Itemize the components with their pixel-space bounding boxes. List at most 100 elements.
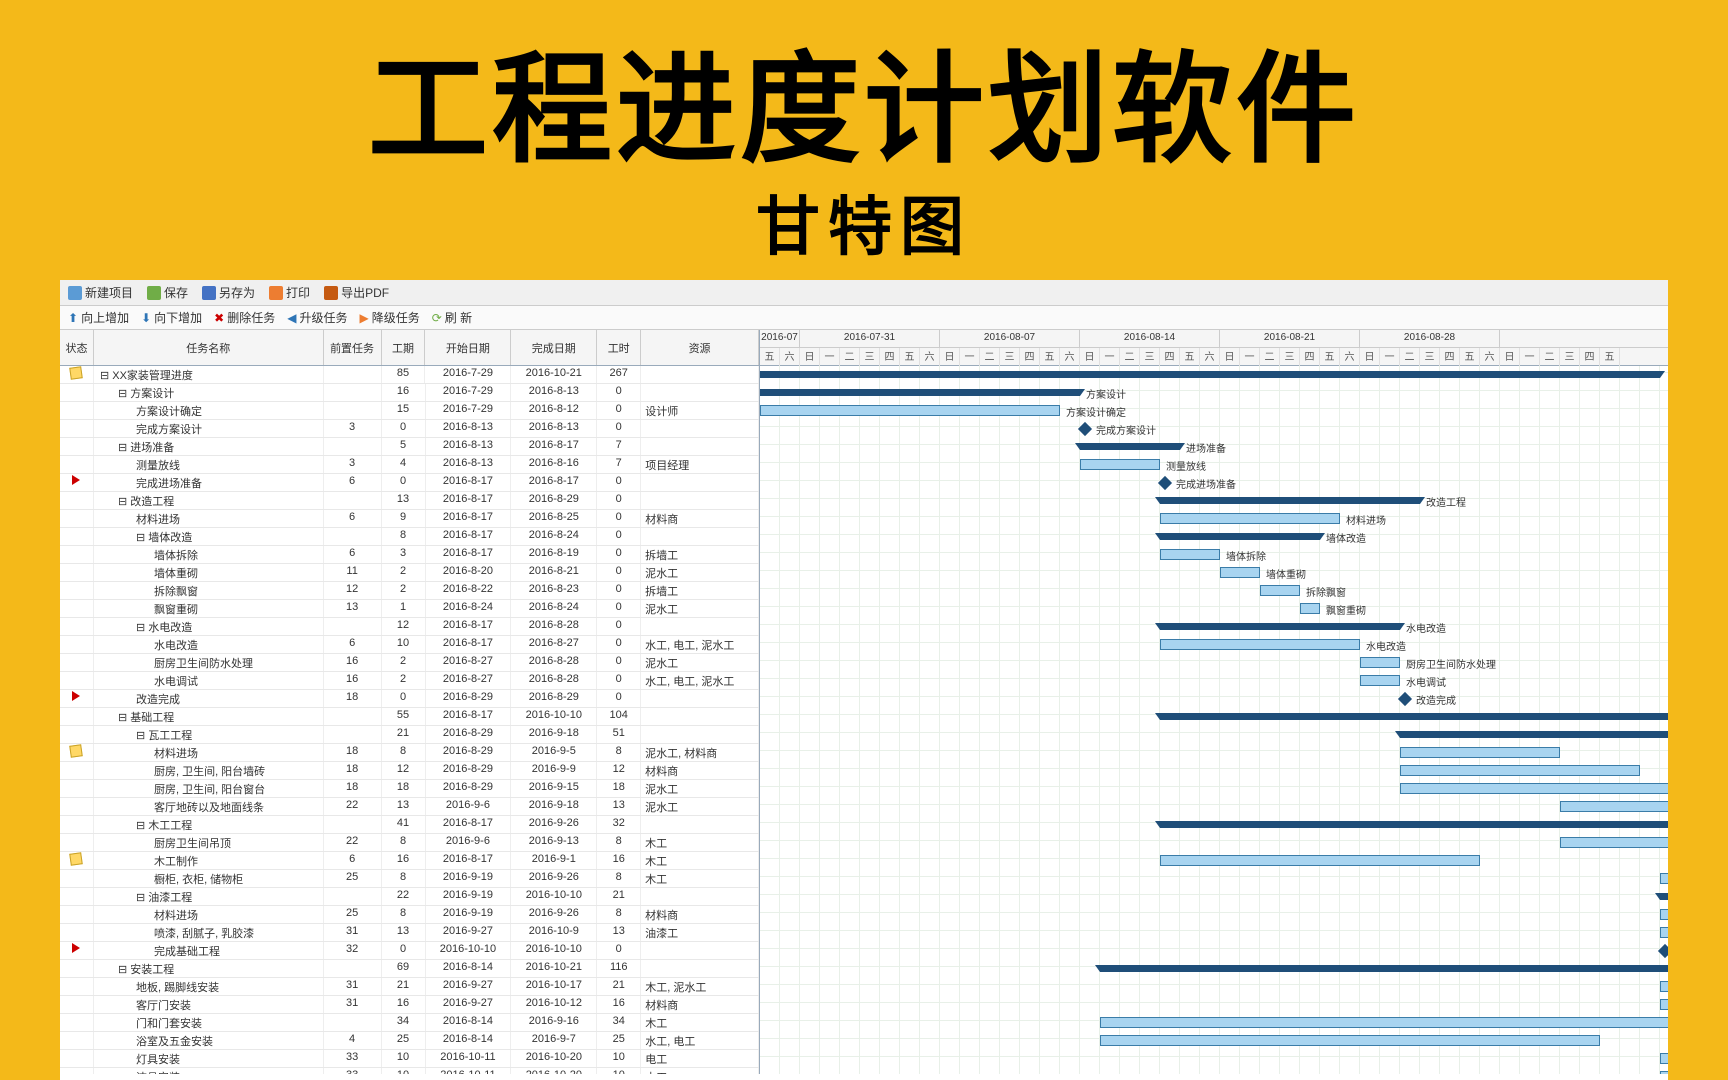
task-name[interactable]: ⊟ 水电改造 xyxy=(94,618,324,635)
gantt-bar[interactable] xyxy=(1660,873,1668,884)
gantt-bar[interactable] xyxy=(1160,639,1360,650)
task-work[interactable]: 21 xyxy=(597,978,641,995)
task-row[interactable]: 飘窗重砌1312016-8-242016-8-240泥水工 xyxy=(60,600,759,618)
gantt-bar[interactable] xyxy=(1260,585,1300,596)
task-res[interactable]: 泥水工 xyxy=(641,600,759,617)
task-pred[interactable]: 6 xyxy=(324,510,382,527)
task-dur[interactable]: 16 xyxy=(382,996,426,1013)
col-duration[interactable]: 工期 xyxy=(382,330,426,365)
task-row[interactable]: 水电改造6102016-8-172016-8-270水工, 电工, 泥水工 xyxy=(60,636,759,654)
task-name[interactable]: 橱柜, 衣柜, 储物柜 xyxy=(94,870,324,887)
task-pred[interactable]: 33 xyxy=(324,1050,382,1067)
save-button[interactable]: 保存 xyxy=(147,284,188,301)
task-dur[interactable]: 5 xyxy=(382,438,426,455)
task-name[interactable]: 水电调试 xyxy=(94,672,324,689)
task-end[interactable]: 2016-8-28 xyxy=(511,618,597,635)
task-end[interactable]: 2016-10-20 xyxy=(511,1068,597,1074)
task-start[interactable]: 2016-8-29 xyxy=(426,726,512,743)
milestone-marker[interactable] xyxy=(1398,692,1412,706)
task-start[interactable]: 2016-10-11 xyxy=(426,1068,512,1074)
task-dur[interactable]: 13 xyxy=(382,492,426,509)
task-end[interactable]: 2016-10-17 xyxy=(511,978,597,995)
task-end[interactable]: 2016-10-10 xyxy=(511,888,597,905)
task-pred[interactable] xyxy=(324,960,382,977)
task-pred[interactable] xyxy=(324,492,382,509)
task-work[interactable]: 51 xyxy=(597,726,641,743)
task-pred[interactable] xyxy=(324,528,382,545)
task-work[interactable]: 25 xyxy=(597,1032,641,1049)
task-dur[interactable]: 34 xyxy=(382,1014,426,1031)
task-name[interactable]: ⊟ 安装工程 xyxy=(94,960,324,977)
task-end[interactable]: 2016-8-24 xyxy=(511,600,597,617)
task-start[interactable]: 2016-8-13 xyxy=(426,456,512,473)
task-pred[interactable]: 22 xyxy=(324,798,382,815)
task-start[interactable]: 2016-8-22 xyxy=(426,582,512,599)
task-work[interactable]: 0 xyxy=(597,618,641,635)
task-pred[interactable]: 12 xyxy=(324,582,382,599)
task-dur[interactable]: 22 xyxy=(382,888,426,905)
task-pred[interactable]: 6 xyxy=(324,546,382,563)
task-dur[interactable]: 12 xyxy=(382,618,426,635)
task-row[interactable]: 测量放线342016-8-132016-8-167项目经理 xyxy=(60,456,759,474)
task-end[interactable]: 2016-10-21 xyxy=(511,960,597,977)
gantt-bar[interactable] xyxy=(1220,567,1260,578)
task-row[interactable]: ⊟ 油漆工程222016-9-192016-10-1021 xyxy=(60,888,759,906)
task-pred[interactable] xyxy=(324,708,382,725)
task-name[interactable]: ⊟ 改造工程 xyxy=(94,492,324,509)
task-dur[interactable]: 8 xyxy=(382,744,426,761)
task-dur[interactable]: 16 xyxy=(382,384,426,401)
task-end[interactable]: 2016-8-27 xyxy=(511,636,597,653)
task-end[interactable]: 2016-9-26 xyxy=(511,906,597,923)
task-pred[interactable]: 18 xyxy=(324,780,382,797)
task-pred[interactable] xyxy=(324,888,382,905)
task-name[interactable]: 材料进场 xyxy=(94,906,324,923)
gantt-bar[interactable] xyxy=(1660,1053,1668,1064)
task-start[interactable]: 2016-8-14 xyxy=(426,1014,512,1031)
task-start[interactable]: 2016-8-17 xyxy=(426,852,512,869)
task-row[interactable]: 完成基础工程3202016-10-102016-10-100 xyxy=(60,942,759,960)
task-row[interactable]: ⊟ 水电改造122016-8-172016-8-280 xyxy=(60,618,759,636)
task-pred[interactable] xyxy=(324,726,382,743)
task-work[interactable]: 104 xyxy=(597,708,641,725)
task-pred[interactable]: 18 xyxy=(324,762,382,779)
task-res[interactable] xyxy=(641,942,759,959)
add-up-button[interactable]: ⬆向上增加 xyxy=(68,309,129,326)
task-row[interactable]: 喷漆, 刮腻子, 乳胶漆31132016-9-272016-10-913油漆工 xyxy=(60,924,759,942)
task-end[interactable]: 2016-10-10 xyxy=(511,942,597,959)
gantt-bar[interactable] xyxy=(1160,821,1668,828)
task-work[interactable]: 0 xyxy=(597,546,641,563)
task-start[interactable]: 2016-7-29 xyxy=(426,384,512,401)
task-end[interactable]: 2016-8-29 xyxy=(511,492,597,509)
task-dur[interactable]: 2 xyxy=(382,582,426,599)
task-name[interactable]: 材料进场 xyxy=(94,510,324,527)
task-start[interactable]: 2016-8-17 xyxy=(426,474,512,491)
gantt-bar[interactable] xyxy=(1400,783,1668,794)
task-res[interactable] xyxy=(641,528,759,545)
task-pred[interactable] xyxy=(324,618,382,635)
gantt-bar[interactable] xyxy=(1160,497,1420,504)
task-row[interactable]: 水电调试1622016-8-272016-8-280水工, 电工, 泥水工 xyxy=(60,672,759,690)
task-res[interactable] xyxy=(641,888,759,905)
task-row[interactable]: 厨房卫生间防水处理1622016-8-272016-8-280泥水工 xyxy=(60,654,759,672)
gantt-bar[interactable] xyxy=(1160,513,1340,524)
task-dur[interactable]: 8 xyxy=(382,870,426,887)
task-row[interactable]: 墙体重砌1122016-8-202016-8-210泥水工 xyxy=(60,564,759,582)
task-row[interactable]: 门和门套安装342016-8-142016-9-1634木工 xyxy=(60,1014,759,1032)
gantt-bar[interactable] xyxy=(1400,765,1640,776)
task-end[interactable]: 2016-9-1 xyxy=(511,852,597,869)
task-dur[interactable]: 8 xyxy=(382,528,426,545)
task-start[interactable]: 2016-10-10 xyxy=(426,942,512,959)
task-name[interactable]: 厨房, 卫生间, 阳台窗台 xyxy=(94,780,324,797)
task-work[interactable]: 10 xyxy=(597,1068,641,1074)
task-dur[interactable]: 13 xyxy=(382,798,426,815)
task-start[interactable]: 2016-8-29 xyxy=(426,744,512,761)
task-res[interactable]: 水工 xyxy=(641,1068,759,1074)
upgrade-task-button[interactable]: ◀升级任务 xyxy=(287,309,347,326)
task-name[interactable]: 材料进场 xyxy=(94,744,324,761)
task-end[interactable]: 2016-8-19 xyxy=(511,546,597,563)
task-work[interactable]: 8 xyxy=(597,870,641,887)
task-res[interactable] xyxy=(641,366,759,383)
task-res[interactable] xyxy=(641,420,759,437)
delete-task-button[interactable]: ✖删除任务 xyxy=(214,309,275,326)
task-start[interactable]: 2016-7-29 xyxy=(426,402,512,419)
